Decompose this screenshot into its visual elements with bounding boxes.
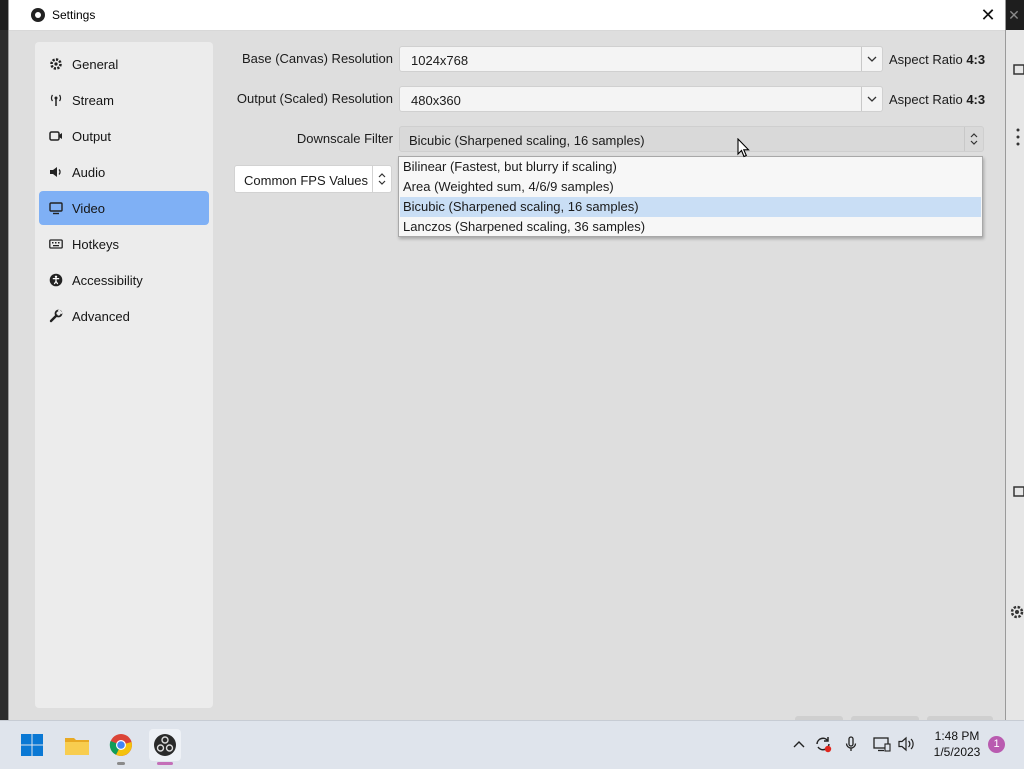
background-gear-icon (1010, 605, 1024, 619)
sidebar-item-label: Hotkeys (72, 236, 119, 252)
aspect-ratio-value: 4:3 (966, 92, 986, 107)
system-clock[interactable]: 1:48 PM 1/5/2023 (928, 728, 986, 760)
updown-arrows-icon[interactable] (372, 166, 391, 192)
taskbar-chrome[interactable] (105, 729, 137, 765)
background-dock-icon (1013, 64, 1024, 75)
settings-window: Settings ✕ General Stream Output Audio V… (8, 0, 1006, 720)
sidebar-item-label: Accessibility (72, 272, 143, 288)
monitor-icon (48, 200, 64, 216)
aspect-ratio-prefix: Aspect Ratio (889, 52, 963, 67)
downscale-filter-value: Bicubic (Sharpened scaling, 16 samples) (409, 133, 645, 148)
sidebar-item-audio[interactable]: Audio (39, 155, 209, 189)
chrome-icon (109, 734, 132, 756)
chevron-down-icon[interactable] (861, 47, 882, 71)
sidebar-item-hotkeys[interactable]: Hotkeys (39, 227, 209, 261)
sync-icon (816, 737, 832, 753)
sidebar-item-label: Video (72, 200, 106, 216)
output-resolution-value: 480x360 (411, 93, 461, 108)
downscale-filter-dropdown: Bilinear (Fastest, but blurry if scaling… (398, 156, 983, 237)
chevron-down-icon[interactable] (861, 87, 882, 111)
fps-type-value: Common FPS Values (244, 173, 369, 188)
updown-arrows-icon[interactable] (964, 127, 983, 151)
microphone-button[interactable] (842, 735, 860, 753)
sidebar-item-general[interactable]: General (39, 47, 209, 81)
background-dock-icon-2 (1013, 486, 1024, 497)
notification-badge[interactable]: 1 (988, 736, 1005, 753)
background-close-icon[interactable]: ✕ (1004, 4, 1024, 26)
sidebar-item-accessibility[interactable]: Accessibility (39, 263, 209, 297)
base-aspect-ratio: Aspect Ratio 4:3 (889, 52, 985, 67)
windows-start-button[interactable] (16, 729, 48, 761)
volume-button[interactable] (898, 735, 916, 753)
base-resolution-value: 1024x768 (411, 53, 469, 68)
sidebar-item-label: Audio (72, 164, 106, 180)
speaker-icon (48, 164, 64, 180)
background-left-panel (0, 30, 8, 720)
accessibility-icon (48, 272, 64, 288)
clock-date: 1/5/2023 (933, 745, 981, 759)
base-resolution-label: Base (Canvas) Resolution (241, 51, 393, 66)
background-right-panel (1004, 30, 1024, 720)
sidebar-item-video[interactable]: Video (39, 191, 209, 225)
taskbar: 1:48 PM 1/5/2023 1 (0, 720, 1024, 769)
file-explorer-icon (65, 738, 89, 755)
close-button[interactable]: ✕ (975, 2, 1001, 28)
settings-sidebar: General Stream Output Audio Video Hotkey… (35, 42, 213, 708)
obs-icon (154, 734, 176, 756)
taskbar-file-explorer[interactable] (61, 729, 93, 761)
microphone-icon (845, 736, 857, 751)
wrench-icon (48, 308, 64, 324)
output-aspect-ratio: Aspect Ratio 4:3 (889, 92, 985, 107)
output-resolution-combo[interactable]: 480x360 (399, 86, 883, 112)
sidebar-item-label: General (72, 56, 119, 72)
windows-start-icon (21, 734, 43, 756)
base-resolution-combo[interactable]: 1024x768 (399, 46, 883, 72)
sidebar-item-advanced[interactable]: Advanced (39, 299, 209, 333)
active-app-indicator (157, 762, 173, 765)
window-title: Settings (52, 8, 96, 22)
show-hidden-icons-button[interactable] (790, 735, 808, 753)
sidebar-item-label: Stream (72, 92, 114, 108)
dropdown-option-lanczos[interactable]: Lanczos (Sharpened scaling, 36 samples) (400, 217, 981, 237)
background-dots-icon (1016, 128, 1020, 146)
sync-status-button[interactable] (814, 735, 832, 753)
gear-icon (48, 56, 64, 72)
aspect-ratio-prefix: Aspect Ratio (889, 92, 963, 107)
chevron-up-icon (793, 741, 805, 748)
aspect-ratio-value: 4:3 (966, 52, 986, 67)
sidebar-item-stream[interactable]: Stream (39, 83, 209, 117)
fps-type-combo[interactable]: Common FPS Values (234, 165, 392, 193)
sidebar-item-output[interactable]: Output (39, 119, 209, 153)
sidebar-item-label: Output (72, 128, 112, 144)
downscale-filter-combo[interactable]: Bicubic (Sharpened scaling, 16 samples) (399, 126, 984, 152)
output-icon (48, 128, 64, 144)
downscale-filter-label: Downscale Filter (296, 131, 393, 146)
dropdown-option-bicubic[interactable]: Bicubic (Sharpened scaling, 16 samples) (400, 197, 981, 217)
dropdown-option-bilinear[interactable]: Bilinear (Fastest, but blurry if scaling… (400, 157, 981, 177)
keyboard-icon (48, 236, 64, 252)
output-resolution-label: Output (Scaled) Resolution (236, 91, 393, 106)
dropdown-option-area[interactable]: Area (Weighted sum, 4/6/9 samples) (400, 177, 981, 197)
sidebar-item-label: Advanced (72, 308, 130, 324)
network-button[interactable] (873, 735, 891, 753)
clock-time: 1:48 PM (934, 729, 980, 743)
broadcast-icon (48, 92, 64, 108)
volume-icon (898, 736, 914, 752)
network-icon (873, 737, 891, 752)
taskbar-obs[interactable] (149, 729, 181, 765)
running-indicator (117, 762, 125, 765)
title-bar: Settings ✕ (9, 0, 1005, 31)
obs-logo-icon (31, 8, 45, 22)
